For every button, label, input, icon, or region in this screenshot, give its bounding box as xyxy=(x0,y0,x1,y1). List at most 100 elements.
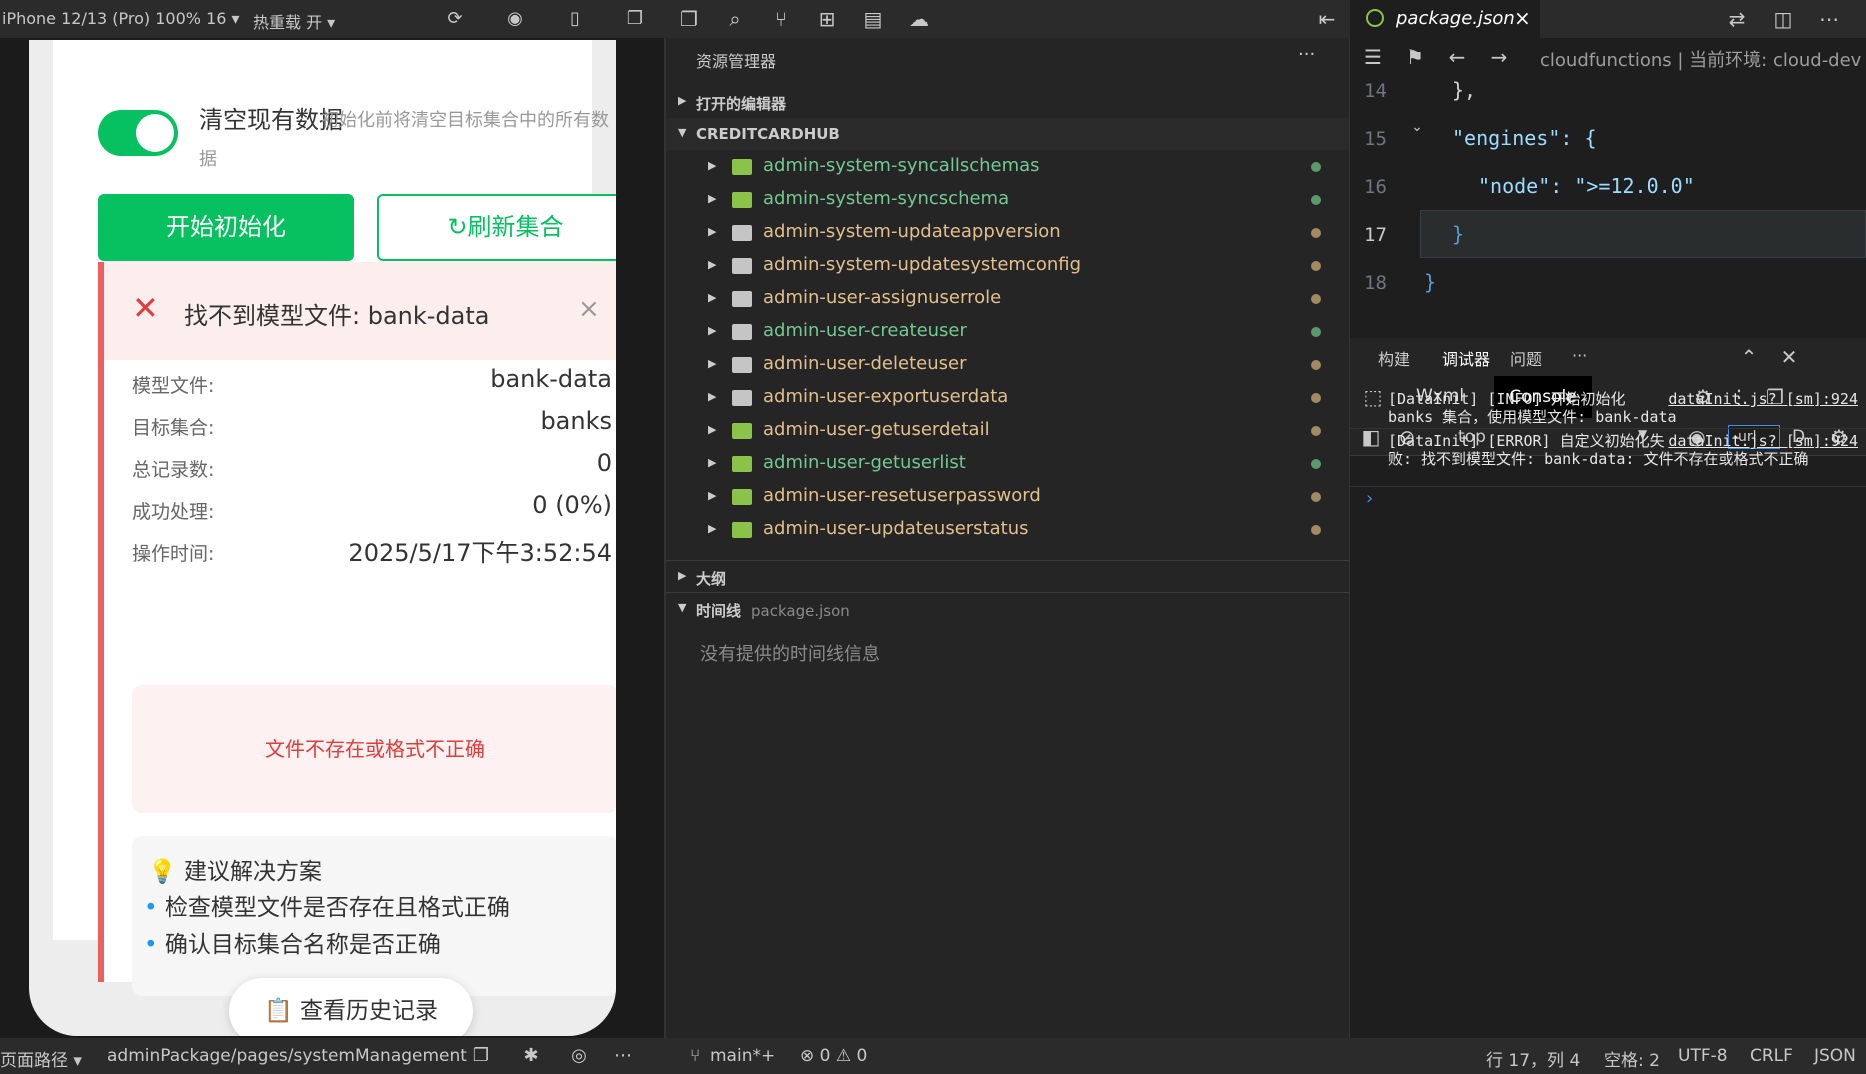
code-line[interactable]: } xyxy=(1452,222,1464,246)
console-prompt[interactable]: › xyxy=(1366,488,1373,509)
file-encoding[interactable]: UTF-8 xyxy=(1678,1046,1728,1066)
breadcrumb-path[interactable]: cloudfunctions | 当前环境: cloud-dev xyxy=(1540,46,1861,72)
device-select[interactable]: iPhone 12/13 (Pro) 100% 16 ▾ xyxy=(2,9,240,28)
ide-window: iPhone 12/13 (Pro) 100% 16 ▾ 热重载 开 ▾ ⟳ ◉… xyxy=(0,0,1866,1074)
refresh-collection-button[interactable]: ↻刷新集合 xyxy=(377,194,616,261)
forward-arrow-icon[interactable]: → xyxy=(1486,44,1512,70)
code-line[interactable]: "engines": { xyxy=(1452,126,1597,150)
phone-icon[interactable]: ▯ xyxy=(564,8,586,30)
folder-icon xyxy=(732,456,752,472)
docker-icon[interactable]: ☁ xyxy=(906,6,932,32)
tree-folder-item[interactable]: ▶ admin-user-assignuserrole xyxy=(666,282,1350,315)
open-editors-section[interactable]: ▶ 打开的编辑器 xyxy=(666,86,1350,118)
simulator-statusbar: 页面路径 ▾ adminPackage/pages/systemManageme… xyxy=(0,1038,666,1074)
bookmark-icon[interactable]: ⚑ xyxy=(1402,44,1428,70)
more-icon[interactable]: ⋯ xyxy=(612,1045,634,1067)
close-icon[interactable]: × xyxy=(578,294,600,324)
tree-folder-item[interactable]: ▶ admin-user-getuserlist xyxy=(666,447,1350,480)
extensions-icon[interactable]: ⊞ xyxy=(814,6,840,32)
tree-folder-item[interactable]: ▶ admin-user-exportuserdata xyxy=(666,381,1350,414)
log-source-link[interactable]: dataInit.js? [sm]:924 xyxy=(1668,390,1858,408)
stop-icon[interactable]: ◉ xyxy=(504,8,526,30)
tree-folder-item[interactable]: ▶ admin-system-syncallschemas xyxy=(666,150,1350,183)
timeline-section[interactable]: ▼ 时间线 package.json xyxy=(666,592,1350,624)
info-row: 操作时间: 2025/5/17下午3:52:54 xyxy=(132,531,612,571)
line-ending[interactable]: CRLF xyxy=(1750,1046,1793,1066)
info-value: 0 xyxy=(596,449,612,477)
tab-build[interactable]: 构建 xyxy=(1378,346,1410,370)
chevron-right-icon: ▶ xyxy=(708,192,717,205)
outline-section[interactable]: ▶ 大纲 xyxy=(666,560,1350,592)
tree-folder-item[interactable]: ▶ admin-user-createuser xyxy=(666,315,1350,348)
close-icon[interactable]: × xyxy=(1514,6,1531,30)
git-status-dot xyxy=(1311,195,1321,205)
clear-data-switch[interactable] xyxy=(98,110,178,156)
code-line[interactable]: "node": ">=12.0.0" xyxy=(1478,174,1695,198)
folder-icon xyxy=(732,258,752,274)
explorer-statusbar: ⑂ main*+ ⊗ 0 ⚠ 0 xyxy=(666,1038,1350,1074)
code-line[interactable]: } xyxy=(1424,270,1436,294)
tree-folder-item[interactable]: ▶ admin-system-updatesystemconfig xyxy=(666,249,1350,282)
tree-folder-item[interactable]: ▶ admin-user-deleteuser xyxy=(666,348,1350,381)
problems-count[interactable]: ⊗ 0 ⚠ 0 xyxy=(800,1046,867,1066)
tree-folder-item[interactable]: ▶ admin-user-updateuserstatus xyxy=(666,513,1350,546)
hot-reload-toggle[interactable]: 热重载 开 ▾ xyxy=(253,9,335,33)
branch-icon: ⑂ xyxy=(690,1046,701,1066)
branch-name[interactable]: main*+ xyxy=(710,1046,775,1066)
page-path-label[interactable]: 页面路径 ▾ xyxy=(0,1046,82,1071)
list-icon[interactable]: ☰ xyxy=(1360,44,1386,70)
inspect-icon[interactable]: ⬚ xyxy=(1360,384,1386,410)
storage-icon[interactable]: ▤ xyxy=(860,6,886,32)
tree-folder-item[interactable]: ▶ admin-system-updateappversion xyxy=(666,216,1350,249)
tree-folder-item[interactable]: ▶ admin-system-syncschema xyxy=(666,183,1350,216)
source-control-icon[interactable]: ⑂ xyxy=(768,6,794,32)
page-path: adminPackage/pages/systemManagement/... xyxy=(107,1046,467,1066)
chevron-right-icon: ▶ xyxy=(708,423,717,436)
editor-statusbar: 行 17，列 4 空格: 2 UTF-8 CRLF JSON xyxy=(1350,1038,1866,1074)
tree-folder-item[interactable]: ▶ admin-user-resetuserpassword xyxy=(666,480,1350,513)
language-mode[interactable]: JSON xyxy=(1814,1046,1856,1066)
more-icon[interactable]: ··· xyxy=(1572,346,1587,365)
search-icon[interactable]: ⌕ xyxy=(722,6,748,32)
log-separator xyxy=(1350,428,1866,429)
cursor-position[interactable]: 行 17，列 4 xyxy=(1486,1046,1580,1071)
window-icon[interactable]: ❐ xyxy=(624,8,646,30)
view-history-button[interactable]: 📋 查看历史记录 xyxy=(229,978,473,1036)
tab-debugger[interactable]: 调试器 xyxy=(1442,346,1491,378)
console-log-entry: dataInit.js? [sm]:924 [DataInit] [INFO] … xyxy=(1388,390,1858,426)
tree-folder-item[interactable]: ▶ admin-user-getuserdetail xyxy=(666,414,1350,447)
chevron-right-icon: ▶ xyxy=(708,357,717,370)
files-icon[interactable]: ❐ xyxy=(676,6,702,32)
git-status-dot xyxy=(1311,525,1321,535)
folder-name: admin-system-syncallschemas xyxy=(763,155,1040,176)
split-editor-icon[interactable]: ◫ xyxy=(1770,6,1796,32)
compare-icon[interactable]: ⇄ xyxy=(1724,6,1750,32)
chevron-up-icon[interactable]: ⌃ xyxy=(1736,344,1762,370)
bullet-icon: • xyxy=(144,895,158,921)
indent-spaces[interactable]: 空格: 2 xyxy=(1604,1046,1660,1071)
folder-icon xyxy=(732,291,752,307)
more-icon[interactable]: ··· xyxy=(1298,44,1315,65)
git-status-dot xyxy=(1311,294,1321,304)
section-label: 时间线 package.json xyxy=(696,600,850,621)
code-line[interactable]: }, xyxy=(1452,78,1476,102)
fold-chevron-icon[interactable]: ⌄ xyxy=(1404,114,1430,140)
bug-icon[interactable]: ✱ xyxy=(520,1045,542,1067)
tab-package-json[interactable]: package.json × xyxy=(1350,0,1540,38)
back-arrow-icon[interactable]: ← xyxy=(1444,44,1470,70)
start-init-button[interactable]: 开始初始化 xyxy=(98,194,354,261)
copy-icon[interactable]: ❐ xyxy=(470,1045,492,1067)
log-source-link[interactable]: dataInit.js? [sm]:924 xyxy=(1668,432,1858,450)
eye-icon[interactable]: ◎ xyxy=(568,1045,590,1067)
tab-problems[interactable]: 问题 xyxy=(1510,346,1542,370)
project-section[interactable]: ▼ CREDITCARDHUB xyxy=(666,118,1350,150)
page-content: 清空现有数据 初始化前将清空目标集合中的所有数 据 开始初始化 ↻刷新集合 ✕ … xyxy=(53,40,616,996)
more-icon[interactable]: ⋯ xyxy=(1816,6,1842,32)
folder-name: admin-user-createuser xyxy=(763,320,967,341)
collapse-panel-icon[interactable]: ⇤ xyxy=(1314,6,1340,32)
folder-icon xyxy=(732,489,752,505)
git-status-dot xyxy=(1311,261,1321,271)
info-key: 目标集合: xyxy=(132,417,215,439)
refresh-icon[interactable]: ⟳ xyxy=(444,8,466,30)
close-icon[interactable]: ✕ xyxy=(1776,344,1802,370)
